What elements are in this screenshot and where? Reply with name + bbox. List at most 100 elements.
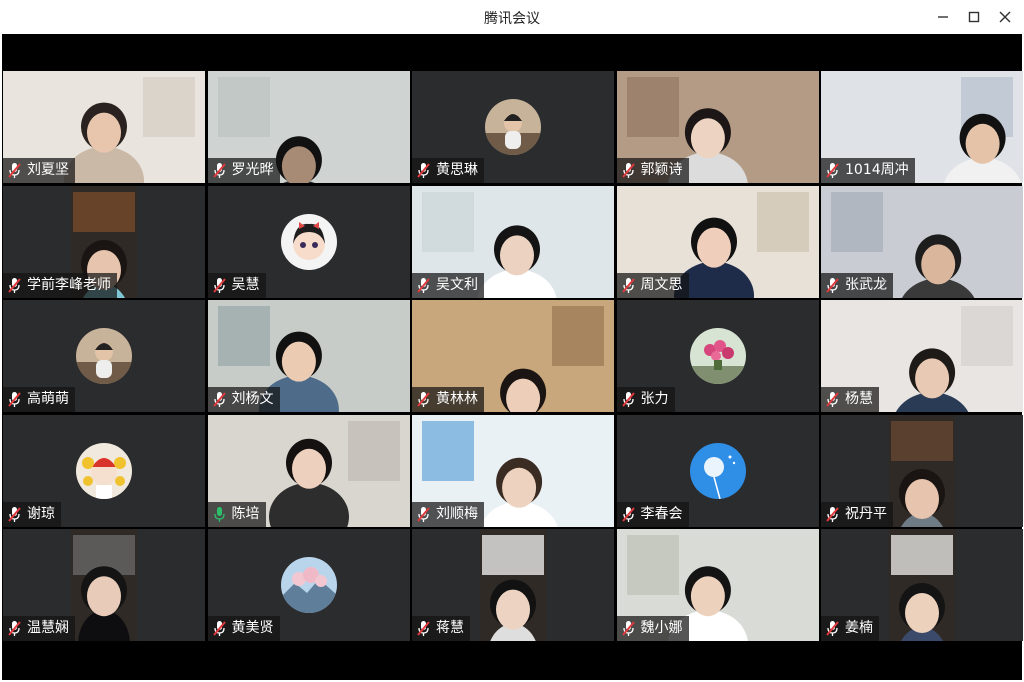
window-title: 腾讯会议 — [484, 11, 540, 27]
participant-tile[interactable]: 姜楠 — [821, 529, 1023, 641]
participant-tile[interactable]: 陈培 — [207, 414, 410, 527]
participant-name-label: 刘夏坚 — [3, 158, 75, 183]
photo-avatar — [76, 328, 132, 384]
participant-name-label: 罗光晔 — [207, 158, 280, 183]
participant-tile[interactable]: 郭颖诗 — [616, 71, 819, 183]
participant-name: 罗光晔 — [231, 162, 274, 178]
participant-tile[interactable]: 杨慧 — [821, 300, 1023, 412]
participant-tile[interactable]: 吴慧 — [207, 185, 410, 298]
participant-name-label: 吴慧 — [207, 272, 266, 298]
microphone-muted-icon — [7, 506, 22, 523]
participant-name: 蒋慧 — [436, 620, 464, 636]
participant-name-label: 张武龙 — [821, 272, 893, 298]
landscape-avatar — [280, 557, 337, 613]
participant-name-label: 魏小娜 — [616, 616, 689, 641]
cartoon-avatar — [76, 442, 132, 499]
participant-tile[interactable]: 刘杨文 — [207, 300, 410, 412]
participant-name-label: 谢琼 — [3, 501, 61, 527]
participant-name-label: 祝丹平 — [821, 501, 893, 527]
participant-tile[interactable]: 学前李峰老师 — [3, 185, 205, 298]
title-bar: 腾讯会议 — [0, 0, 1024, 34]
participant-name-label: 周文思 — [616, 272, 689, 298]
participant-tile[interactable]: 高萌萌 — [3, 300, 205, 412]
microphone-muted-icon — [621, 277, 636, 294]
participant-name: 吴慧 — [231, 276, 260, 293]
microphone-muted-icon — [7, 620, 22, 637]
participant-name-label: 黄美贤 — [207, 616, 280, 641]
microphone-muted-icon — [212, 162, 227, 179]
participant-tile[interactable]: 吴文利 — [412, 185, 614, 298]
participant-tile[interactable]: 魏小娜 — [616, 529, 819, 641]
minimize-icon — [938, 16, 948, 18]
maximize-icon — [968, 11, 980, 23]
microphone-muted-icon — [621, 391, 636, 408]
participant-tile[interactable]: 温慧娴 — [3, 529, 205, 641]
microphone-muted-icon — [7, 391, 22, 408]
participant-name: 1014周冲 — [845, 162, 909, 178]
participant-name-label: 温慧娴 — [3, 616, 75, 641]
participant-name-label: 高萌萌 — [3, 387, 75, 412]
participant-tile[interactable]: 1014周冲 — [821, 71, 1023, 183]
participant-name-label: 蒋慧 — [412, 616, 470, 641]
participant-name-label: 学前李峰老师 — [3, 272, 117, 298]
microphone-muted-icon — [416, 620, 431, 637]
microphone-on-icon — [212, 506, 227, 523]
participant-name-label: 1014周冲 — [821, 158, 915, 183]
microphone-muted-icon — [212, 620, 227, 637]
microphone-muted-icon — [416, 391, 431, 408]
participant-name: 周文思 — [640, 276, 683, 293]
microphone-muted-icon — [7, 277, 22, 294]
participant-tile[interactable]: 刘夏坚 — [3, 71, 205, 183]
participant-tile[interactable]: 蒋慧 — [412, 529, 614, 641]
maximize-button[interactable] — [963, 6, 985, 28]
participant-tile[interactable]: 黄林林 — [412, 300, 614, 412]
microphone-muted-icon — [825, 506, 840, 523]
microphone-muted-icon — [416, 506, 431, 523]
participant-name: 刘顺梅 — [436, 505, 478, 522]
microphone-muted-icon — [825, 620, 840, 637]
participant-name-label: 黄思琳 — [412, 158, 484, 183]
participant-name: 杨慧 — [845, 391, 873, 407]
participant-name: 温慧娴 — [27, 620, 69, 636]
participant-name-label: 杨慧 — [821, 387, 879, 412]
microphone-muted-icon — [621, 620, 636, 637]
participant-tile[interactable]: 周文思 — [616, 185, 819, 298]
participant-name: 刘杨文 — [231, 391, 274, 407]
participant-name: 陈培 — [231, 505, 260, 522]
microphone-muted-icon — [825, 391, 840, 408]
close-button[interactable] — [994, 6, 1016, 28]
participant-tile[interactable]: 张力 — [616, 300, 819, 412]
video-stage: 刘夏坚 罗光晔 黄思琳 郭颖诗 1014周冲学前李峰老师 吴慧 吴文利 周文思 张武龙高萌萌 刘杨… — [2, 34, 1023, 680]
microphone-muted-icon — [212, 391, 227, 408]
participant-tile[interactable]: 李春会 — [616, 414, 819, 527]
participant-name: 吴文利 — [436, 276, 478, 293]
minimize-button[interactable] — [932, 6, 954, 28]
participant-name: 姜楠 — [845, 620, 873, 636]
participant-tile[interactable]: 黄思琳 — [412, 71, 614, 183]
participant-name: 黄美贤 — [231, 620, 274, 636]
participant-name: 黄思琳 — [436, 162, 478, 178]
participant-name: 祝丹平 — [845, 505, 887, 522]
participant-grid: 刘夏坚 罗光晔 黄思琳 郭颖诗 1014周冲学前李峰老师 吴慧 吴文利 周文思 张武龙高萌萌 刘杨… — [2, 71, 1023, 643]
participant-tile[interactable]: 黄美贤 — [207, 529, 410, 641]
participant-name-label: 刘顺梅 — [412, 501, 484, 527]
participant-name: 黄林林 — [436, 391, 478, 407]
flowers-avatar — [689, 328, 746, 384]
participant-tile[interactable]: 张武龙 — [821, 185, 1023, 298]
microphone-muted-icon — [825, 277, 840, 294]
cartoon-girl-avatar — [280, 213, 337, 270]
photo-avatar — [485, 99, 541, 155]
participant-tile[interactable]: 谢琼 — [3, 414, 205, 527]
close-icon — [999, 11, 1011, 23]
participant-name-label: 郭颖诗 — [616, 158, 689, 183]
participant-name: 魏小娜 — [640, 620, 683, 636]
dandelion-avatar — [689, 442, 746, 499]
participant-tile[interactable]: 祝丹平 — [821, 414, 1023, 527]
participant-name-label: 吴文利 — [412, 272, 484, 298]
participant-name-label: 陈培 — [207, 501, 266, 527]
participant-tile[interactable]: 罗光晔 — [207, 71, 410, 183]
microphone-muted-icon — [621, 162, 636, 179]
participant-name-label: 张力 — [616, 387, 675, 412]
participant-tile[interactable]: 刘顺梅 — [412, 414, 614, 527]
participant-name: 张力 — [640, 391, 669, 407]
